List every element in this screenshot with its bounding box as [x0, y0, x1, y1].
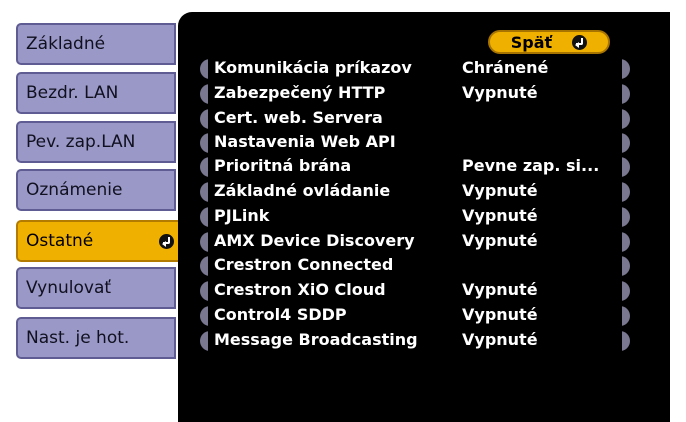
row-label: Message Broadcasting — [214, 330, 418, 349]
tab-label: Bezdr. LAN — [26, 83, 119, 103]
tab-label: Základné — [26, 34, 106, 54]
tab-oznamenie[interactable]: Oznámenie — [16, 169, 176, 211]
menu-row-zabezpeceny-http[interactable]: Zabezpečený HTTP Vypnuté — [200, 82, 630, 106]
menu-row-crestron-connected[interactable]: Crestron Connected — [200, 254, 630, 278]
tab-label: Pev. zap.LAN — [26, 132, 136, 152]
menu-row-message-broadcasting[interactable]: Message Broadcasting Vypnuté — [200, 329, 630, 353]
row-value: Vypnuté — [462, 305, 538, 324]
tab-pev-zap-lan[interactable]: Pev. zap.LAN — [16, 121, 176, 163]
row-label: AMX Device Discovery — [214, 231, 415, 250]
menu-row-amx-device-discovery[interactable]: AMX Device Discovery Vypnuté — [200, 230, 630, 254]
row-bar — [208, 205, 622, 229]
tab-label: Vynulovať — [26, 278, 112, 298]
menu-row-control4-sddp[interactable]: Control4 SDDP Vypnuté — [200, 304, 630, 328]
enter-icon — [159, 233, 174, 249]
row-value: Vypnuté — [462, 231, 538, 250]
tab-nast-je-hot[interactable]: Nast. je hot. — [16, 317, 176, 359]
row-value: Pevne zap. si... — [462, 156, 600, 175]
row-value: Vypnuté — [462, 330, 538, 349]
row-value: Vypnuté — [462, 280, 538, 299]
row-label: Zabezpečený HTTP — [214, 83, 386, 102]
menu-row-zakladne-ovladanie[interactable]: Základné ovládanie Vypnuté — [200, 180, 630, 204]
row-label: Nastavenia Web API — [214, 132, 396, 151]
row-value: Chránené — [462, 58, 549, 77]
back-button[interactable]: Späť — [488, 30, 610, 54]
enter-icon — [572, 34, 588, 50]
row-value: Vypnuté — [462, 206, 538, 225]
tab-label: Oznámenie — [26, 180, 123, 200]
row-label: Crestron XiO Cloud — [214, 280, 386, 299]
menu-row-crestron-xio-cloud[interactable]: Crestron XiO Cloud Vypnuté — [200, 279, 630, 303]
back-button-label: Späť — [510, 32, 553, 52]
row-label: Komunikácia príkazov — [214, 58, 412, 77]
tab-zakladne[interactable]: Základné — [16, 23, 176, 65]
menu-row-cert-web-servera[interactable]: Cert. web. Servera — [200, 107, 630, 131]
menu-row-nastavenia-web-api[interactable]: Nastavenia Web API — [200, 131, 630, 155]
tab-ostatne[interactable]: Ostatné — [16, 220, 184, 262]
row-label: PJLink — [214, 206, 270, 225]
tab-bezdr-lan[interactable]: Bezdr. LAN — [16, 72, 176, 114]
settings-panel: Späť Komunikácia príkazov Chránené Zabez… — [178, 12, 670, 422]
row-value: Vypnuté — [462, 83, 538, 102]
tab-label: Ostatné — [26, 231, 94, 251]
menu-row-prioritna-brana[interactable]: Prioritná brána Pevne zap. si... — [200, 155, 630, 179]
row-label: Control4 SDDP — [214, 305, 347, 324]
menu-row-pjlink[interactable]: PJLink Vypnuté — [200, 205, 630, 229]
row-label: Cert. web. Servera — [214, 108, 383, 127]
menu-row-komunikacia-prikazov[interactable]: Komunikácia príkazov Chránené — [200, 57, 630, 81]
tab-label: Nast. je hot. — [26, 328, 130, 348]
row-label: Základné ovládanie — [214, 181, 391, 200]
row-value: Vypnuté — [462, 181, 538, 200]
row-label: Prioritná brána — [214, 156, 352, 175]
row-label: Crestron Connected — [214, 255, 394, 274]
tab-vynulovat[interactable]: Vynulovať — [16, 267, 176, 309]
